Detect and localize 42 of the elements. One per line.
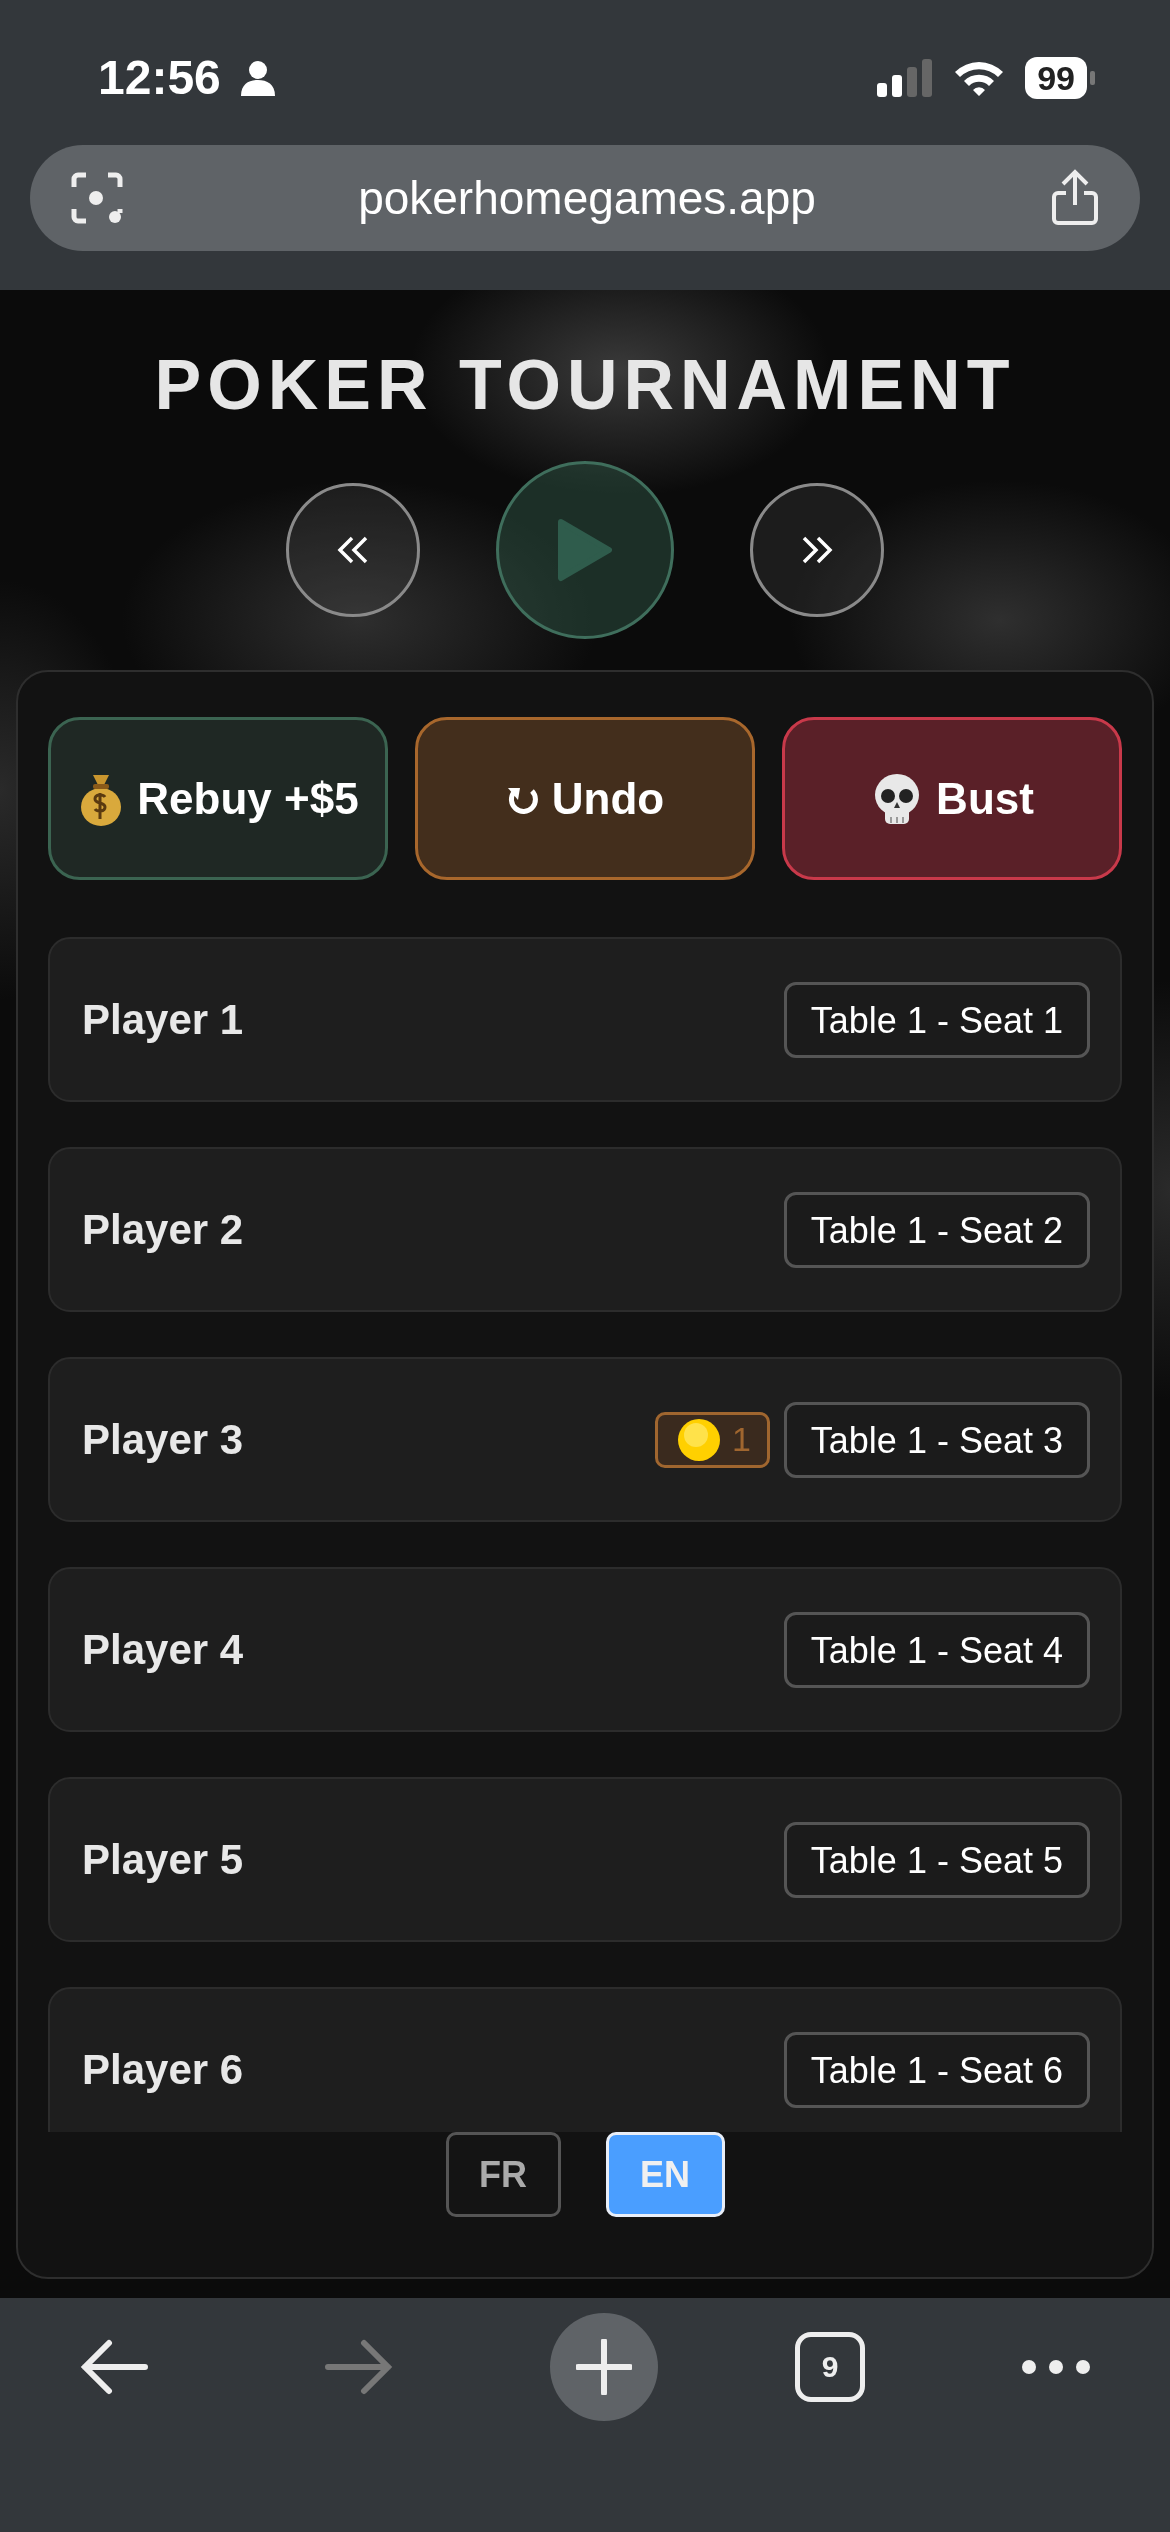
double-chevron-right-icon bbox=[800, 536, 834, 564]
seat-tag: Table 1 - Seat 6 bbox=[783, 2031, 1090, 2108]
player-name: Player 4 bbox=[82, 1625, 245, 1674]
undo-button[interactable]: Undo bbox=[415, 717, 755, 880]
player-row[interactable]: Player 1 Table 1 - Seat 1 bbox=[48, 937, 1122, 1102]
seat-tag: Table 1 - Seat 1 bbox=[783, 981, 1090, 1058]
bust-button[interactable]: Bust bbox=[782, 717, 1122, 880]
url-text: pokerhomegames.app bbox=[357, 171, 817, 225]
player-row[interactable]: Player 5 Table 1 - Seat 5 bbox=[48, 1777, 1122, 1942]
arrow-left-icon bbox=[79, 2339, 149, 2395]
more-icon bbox=[1021, 2359, 1091, 2375]
player-row[interactable]: Player 6 Table 1 - Seat 6 bbox=[48, 1987, 1122, 2132]
signal-icon bbox=[877, 58, 934, 97]
seat-tag: Table 1 - Seat 2 bbox=[783, 1191, 1090, 1268]
player-name: Player 2 bbox=[82, 1205, 245, 1254]
camera-scan-icon bbox=[70, 171, 124, 225]
seat-tag: Table 1 - Seat 3 bbox=[783, 1401, 1090, 1478]
address-bar[interactable]: pokerhomegames.app bbox=[30, 145, 1140, 251]
status-time: 12:56 bbox=[98, 50, 221, 105]
coin-icon bbox=[675, 1416, 722, 1463]
player-row[interactable]: Player 4 Table 1 - Seat 4 bbox=[48, 1567, 1122, 1732]
battery-level: 99 bbox=[1025, 56, 1087, 99]
battery-tip-icon bbox=[1090, 70, 1095, 85]
plus-icon bbox=[576, 2339, 632, 2395]
player-name: Player 3 bbox=[82, 1415, 245, 1464]
person-icon bbox=[240, 59, 275, 96]
seat-tag: Table 1 - Seat 4 bbox=[783, 1611, 1090, 1688]
player-name: Player 5 bbox=[82, 1835, 245, 1884]
share-icon bbox=[1050, 169, 1100, 227]
player-row[interactable]: Player 3 1 Table 1 - Seat 3 bbox=[48, 1357, 1122, 1522]
player-name: Player 1 bbox=[82, 995, 245, 1044]
play-icon bbox=[557, 518, 613, 582]
tabs-button[interactable]: 9 bbox=[795, 2332, 865, 2402]
language-button[interactable]: FR bbox=[445, 2132, 561, 2217]
arrow-right-icon bbox=[324, 2339, 394, 2395]
player-row[interactable]: Player 2 Table 1 - Seat 2 bbox=[48, 1147, 1122, 1312]
double-chevron-left-icon bbox=[336, 536, 370, 564]
seat-tag: Table 1 - Seat 5 bbox=[783, 1821, 1090, 1898]
page-title: POKER TOURNAMENT bbox=[154, 345, 1016, 426]
rebuy-count-badge: 1 bbox=[654, 1411, 770, 1468]
rebuy-button[interactable]: Rebuy +$5 bbox=[48, 717, 388, 880]
player-name: Player 6 bbox=[82, 2045, 245, 2094]
